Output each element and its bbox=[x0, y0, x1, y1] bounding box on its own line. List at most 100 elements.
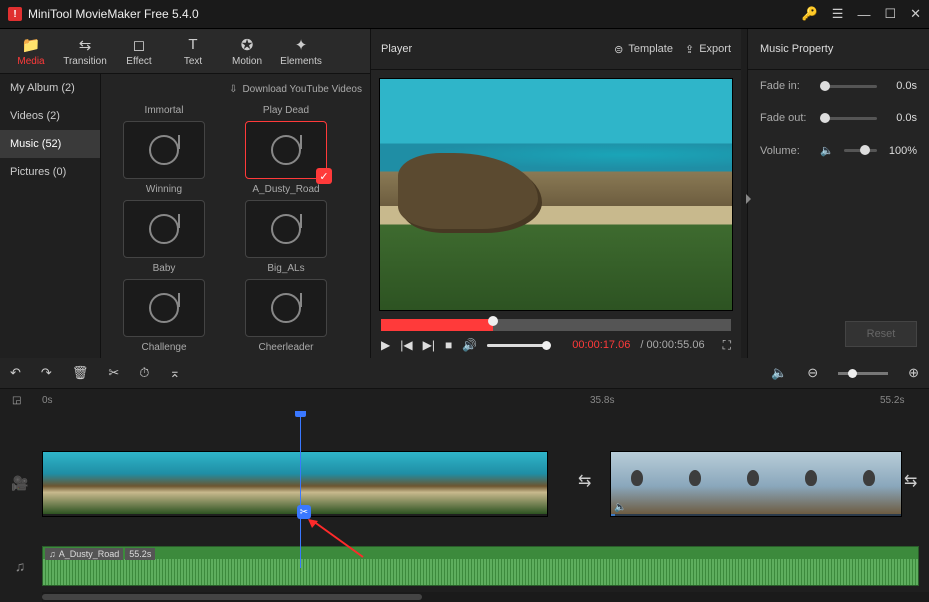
volume-value: 100% bbox=[887, 145, 917, 157]
volume-handle[interactable] bbox=[542, 341, 551, 350]
hamburger-menu-icon[interactable]: ☰ bbox=[832, 6, 844, 22]
download-youtube-link[interactable]: ⇩ Download YouTube Videos bbox=[109, 78, 362, 100]
swap-clips-button[interactable]: ⇆ bbox=[578, 471, 591, 491]
volume-slider[interactable] bbox=[487, 344, 547, 347]
timeline-audio-icon[interactable]: 🔈 bbox=[771, 365, 787, 381]
delete-button[interactable]: 🗑 bbox=[72, 365, 89, 381]
audio-track-icon[interactable]: ♫ bbox=[10, 556, 30, 576]
selected-check-icon: ✓ bbox=[316, 168, 332, 184]
category-videos[interactable]: Videos (2) bbox=[0, 102, 100, 130]
text-icon: T bbox=[188, 36, 197, 53]
next-frame-button[interactable]: ▶| bbox=[423, 338, 435, 352]
music-item-baby[interactable] bbox=[123, 200, 205, 258]
zoom-slider[interactable] bbox=[838, 372, 888, 375]
playback-seek-slider[interactable] bbox=[381, 319, 731, 331]
time-current: 00:00:17.06 bbox=[572, 339, 630, 351]
timeline-playhead[interactable] bbox=[300, 411, 301, 568]
fade-in-value: 0.0s bbox=[887, 80, 917, 92]
elements-icon: ✦ bbox=[295, 36, 308, 53]
music-item-label: Winning bbox=[146, 184, 182, 196]
fade-in-slider[interactable] bbox=[820, 85, 877, 88]
minimize-button[interactable]: — bbox=[857, 7, 870, 22]
clip-audio-icon: 🔈 bbox=[614, 502, 626, 513]
music-item-cheerleader[interactable] bbox=[245, 279, 327, 337]
slider-handle[interactable] bbox=[860, 145, 870, 155]
fade-out-label: Fade out: bbox=[760, 112, 810, 124]
split-button[interactable]: ✂ bbox=[108, 365, 119, 381]
video-clip-1[interactable] bbox=[42, 451, 548, 515]
zoom-handle[interactable] bbox=[848, 369, 857, 378]
tab-transition[interactable]: ⇆Transition bbox=[60, 31, 110, 71]
scrollbar-thumb[interactable] bbox=[42, 594, 422, 600]
fade-out-value: 0.0s bbox=[887, 112, 917, 124]
seek-handle[interactable] bbox=[488, 316, 498, 326]
tab-effect[interactable]: ◻Effect bbox=[114, 31, 164, 71]
timeline-scrollbar[interactable] bbox=[42, 592, 929, 602]
fullscreen-button[interactable]: ⛶ bbox=[723, 338, 731, 353]
music-item-a-dusty-road[interactable]: ✓ bbox=[245, 121, 327, 179]
ruler-label: 55.2s bbox=[880, 395, 904, 406]
prev-frame-button[interactable]: |◀ bbox=[400, 338, 412, 352]
upgrade-key-icon[interactable]: 🔑 bbox=[802, 6, 818, 22]
music-item-challenge[interactable] bbox=[123, 279, 205, 337]
template-icon: ⊜ bbox=[614, 43, 623, 56]
panel-collapse-handle[interactable] bbox=[741, 29, 747, 359]
audio-clip[interactable]: ♫A_Dusty_Road 55.2s bbox=[42, 546, 919, 586]
crop-button[interactable]: ⌅ bbox=[169, 365, 180, 381]
music-item-label: Play Dead bbox=[263, 105, 309, 117]
audio-clip-duration: 55.2s bbox=[125, 548, 155, 560]
player-title: Player bbox=[381, 43, 412, 55]
music-item-label: A_Dusty_Road bbox=[252, 184, 319, 196]
undo-button[interactable]: ↶ bbox=[10, 365, 21, 381]
tab-motion[interactable]: ✪Motion bbox=[222, 31, 272, 71]
category-list: My Album (2) Videos (2) Music (52) Pictu… bbox=[0, 74, 101, 359]
stop-button[interactable]: ■ bbox=[445, 338, 452, 352]
clip-split-marker[interactable]: ✂ bbox=[297, 505, 311, 519]
swap-clips-button[interactable]: ⇆ bbox=[904, 471, 917, 491]
tab-elements[interactable]: ✦Elements bbox=[276, 31, 326, 71]
transition-icon: ⇆ bbox=[79, 36, 92, 53]
music-volume-slider[interactable] bbox=[844, 149, 877, 152]
zoom-in-button[interactable]: ⊕ bbox=[908, 365, 919, 381]
track-header-icon[interactable]: ◲ bbox=[12, 395, 21, 406]
redo-button[interactable]: ↷ bbox=[41, 365, 52, 381]
download-youtube-label: Download YouTube Videos bbox=[242, 84, 362, 95]
template-button[interactable]: ⊜Template bbox=[614, 43, 673, 56]
tab-text[interactable]: TText bbox=[168, 31, 218, 71]
zoom-out-button[interactable]: ⊖ bbox=[807, 365, 818, 381]
timeline-ruler[interactable]: ◲ 0s 35.8s 55.2s bbox=[0, 389, 929, 411]
music-item-label: Baby bbox=[153, 263, 176, 275]
speed-button[interactable]: ⏱ bbox=[139, 365, 149, 381]
volume-icon[interactable]: 🔊 bbox=[462, 338, 477, 352]
app-title: MiniTool MovieMaker Free 5.4.0 bbox=[28, 7, 199, 21]
video-track-icon[interactable]: 🎥 bbox=[10, 473, 30, 493]
maximize-button[interactable]: ☐ bbox=[884, 6, 896, 22]
slider-handle[interactable] bbox=[820, 113, 830, 123]
music-item-winning[interactable] bbox=[123, 121, 205, 179]
fade-out-slider[interactable] bbox=[820, 117, 877, 120]
reset-button[interactable]: Reset bbox=[845, 321, 917, 347]
music-item-label: Challenge bbox=[141, 342, 186, 354]
app-logo: ! bbox=[8, 7, 22, 21]
music-item-big-als[interactable] bbox=[245, 200, 327, 258]
download-icon: ⇩ bbox=[229, 84, 237, 95]
music-note-icon bbox=[271, 214, 301, 244]
category-pictures[interactable]: Pictures (0) bbox=[0, 158, 100, 186]
export-icon: ⇪ bbox=[685, 43, 694, 56]
speaker-icon[interactable]: 🔈 bbox=[820, 144, 834, 157]
category-my-album[interactable]: My Album (2) bbox=[0, 74, 100, 102]
music-note-icon bbox=[271, 293, 301, 323]
slider-handle[interactable] bbox=[820, 81, 830, 91]
tab-media[interactable]: 📁Media bbox=[6, 31, 56, 71]
music-item-label: Immortal bbox=[145, 105, 184, 117]
volume-label: Volume: bbox=[760, 145, 810, 157]
category-music[interactable]: Music (52) bbox=[0, 130, 100, 158]
play-button[interactable]: ▶ bbox=[381, 338, 390, 352]
main-toolbar: 📁Media ⇆Transition ◻Effect TText ✪Motion… bbox=[0, 29, 370, 74]
ruler-label: 0s bbox=[42, 395, 53, 406]
video-preview[interactable] bbox=[379, 78, 733, 311]
music-property-title: Music Property bbox=[748, 29, 929, 70]
video-clip-2[interactable]: 🔈 bbox=[610, 451, 902, 517]
export-button[interactable]: ⇪Export bbox=[685, 43, 731, 56]
close-button[interactable]: ✕ bbox=[910, 6, 921, 22]
